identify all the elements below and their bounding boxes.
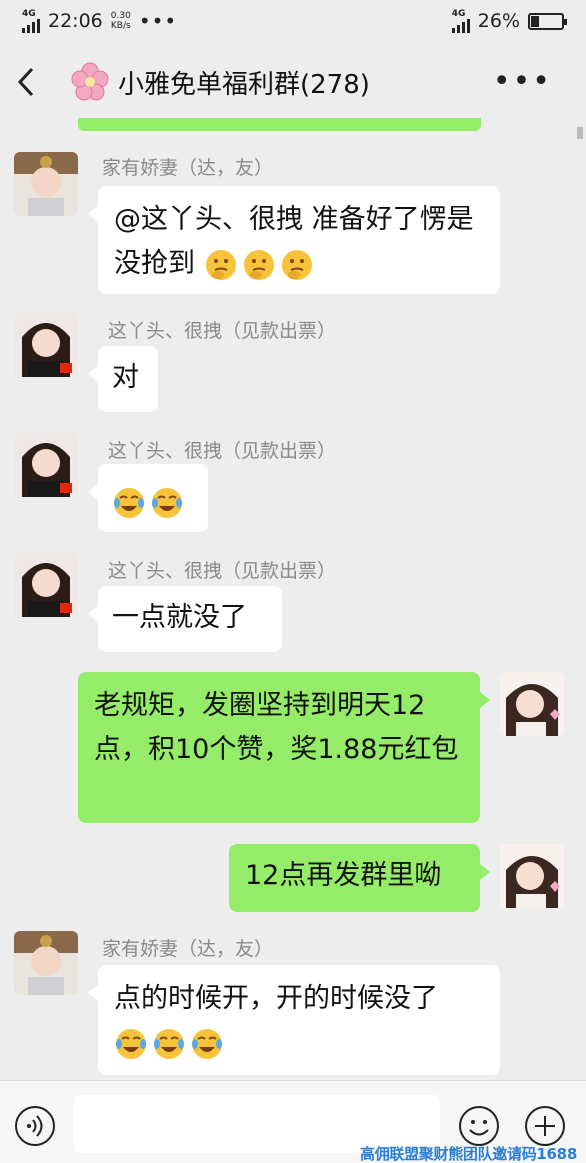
cherry-blossom-icon <box>70 62 110 102</box>
sender-name: 家有娇妻（达，友） <box>102 938 274 960</box>
net-speed: 0.30 KB/s <box>111 11 131 31</box>
plus-icon[interactable] <box>524 1105 566 1147</box>
avatar[interactable] <box>14 433 78 497</box>
message-bubble[interactable]: 点的时候开，开的时候没了 <box>88 965 500 1075</box>
battery-percent: 26% <box>477 10 520 32</box>
message-text: 一点就没了 <box>112 602 247 633</box>
message-text: 点的时候开，开的时候没了 <box>114 983 438 1014</box>
scrollbar[interactable] <box>577 127 583 139</box>
network-type-right: 4G <box>451 8 466 19</box>
laugh-cry-emoji-icon <box>114 1027 148 1061</box>
message-bubble-self[interactable]: 老规矩，发圈坚持到明天12点，积10个赞，奖1.88元红包 <box>78 672 490 823</box>
laugh-cry-emoji-icon <box>150 486 184 520</box>
battery-level <box>531 15 539 27</box>
signal-indicator: 4G <box>22 8 40 33</box>
voice-input-icon[interactable] <box>14 1105 56 1147</box>
status-right: 4G 26% <box>451 8 567 33</box>
thinking-emoji-icon <box>280 248 314 282</box>
previous-message-bubble <box>78 118 481 131</box>
chat-title: 小雅免单福利群(278) <box>118 69 370 100</box>
more-options-icon[interactable]: ••• <box>493 67 552 97</box>
message-text: 12点再发群里呦 <box>245 860 442 891</box>
avatar-self[interactable] <box>500 672 564 736</box>
avatar[interactable] <box>14 313 78 377</box>
sender-name: 这丫头、很拽（见款出票） <box>108 440 337 462</box>
avatar[interactable] <box>14 152 78 216</box>
clock: 22:06 <box>48 10 103 32</box>
message-bubble[interactable]: @这丫头、很拽 准备好了愣是没抢到 <box>88 186 500 294</box>
thinking-emoji-icon <box>242 248 276 282</box>
laugh-cry-emoji-icon <box>152 1027 186 1061</box>
sender-name: 这丫头、很拽（见款出票） <box>108 560 337 582</box>
signal-indicator-right: 4G <box>451 8 470 33</box>
message-text: 对 <box>112 362 139 393</box>
laugh-cry-emoji-icon <box>112 486 146 520</box>
avatar[interactable] <box>14 553 78 617</box>
net-speed-unit: KB/s <box>110 21 131 31</box>
laugh-cry-emoji-icon <box>190 1027 224 1061</box>
message-text: 老规矩，发圈坚持到明天12点，积10个赞，奖1.88元红包 <box>94 690 459 765</box>
message-bubble-self[interactable]: 12点再发群里呦 <box>229 844 490 912</box>
avatar-self[interactable] <box>500 844 564 908</box>
signal-bars-right-icon <box>451 18 470 33</box>
sender-name: 家有娇妻（达，友） <box>102 157 274 179</box>
notification-dots: ••• <box>138 9 178 33</box>
status-left: 4G 22:06 0.30 KB/s ••• <box>22 9 177 33</box>
net-speed-value: 0.30 <box>110 11 131 21</box>
watermark-text: 高佣联盟聚财熊团队邀请码1688 <box>360 1145 577 1163</box>
message-bubble[interactable]: 对 <box>88 346 158 412</box>
status-bar: 4G 22:06 0.30 KB/s ••• 4G 26% <box>0 0 586 42</box>
back-arrow-icon[interactable] <box>16 62 44 102</box>
network-type: 4G <box>22 8 36 19</box>
nav-bar: 小雅免单福利群(278) ••• <box>0 42 586 122</box>
message-bubble[interactable]: 一点就没了 <box>88 586 282 652</box>
emoji-picker-icon[interactable] <box>458 1105 500 1147</box>
sender-name: 这丫头、很拽（见款出票） <box>108 320 337 342</box>
signal-bars-icon <box>22 18 40 33</box>
avatar[interactable] <box>14 931 78 995</box>
battery-icon <box>528 12 567 30</box>
thinking-emoji-icon <box>204 248 238 282</box>
message-bubble[interactable] <box>88 464 208 532</box>
